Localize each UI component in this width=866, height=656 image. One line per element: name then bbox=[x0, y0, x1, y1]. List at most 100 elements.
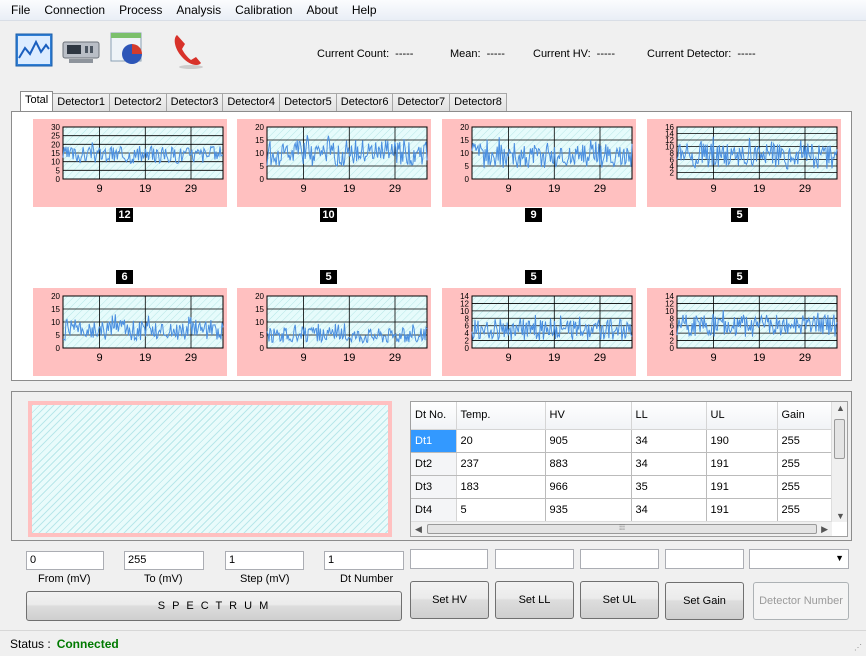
tab-detector5[interactable]: Detector5 bbox=[279, 93, 337, 111]
count-badge-3: 9 bbox=[525, 208, 542, 222]
detector-chart-4: 2 4 6 8 10 12 14 16 9 19 29 bbox=[647, 119, 841, 207]
table-cell[interactable]: 191 bbox=[706, 498, 778, 522]
gain-value-input[interactable] bbox=[665, 549, 744, 569]
table-cell[interactable]: 183 bbox=[456, 475, 546, 499]
tab-detector6[interactable]: Detector6 bbox=[335, 93, 394, 111]
table-cell[interactable]: 34 bbox=[631, 452, 707, 476]
y-tick-label: 15 bbox=[460, 136, 469, 145]
table-cell[interactable]: 35 bbox=[631, 475, 707, 499]
table-cell[interactable]: 255 bbox=[777, 498, 838, 522]
menu-process[interactable]: Process bbox=[112, 3, 169, 17]
column-header-hv[interactable]: HV bbox=[545, 402, 632, 430]
table-cell[interactable]: 966 bbox=[545, 475, 632, 499]
detector-chart-7: 0 2 4 6 8 10 12 14 9 19 29 bbox=[442, 288, 636, 376]
tab-detector2[interactable]: Detector2 bbox=[108, 93, 167, 111]
current-detector-readout: Current Detector: ----- bbox=[647, 48, 756, 60]
detector-chart-5: 0 5 10 15 20 9 19 29 bbox=[33, 288, 227, 376]
tab-detector4[interactable]: Detector4 bbox=[222, 93, 281, 111]
table-cell[interactable]: 34 bbox=[631, 498, 707, 522]
table-cell[interactable]: 34 bbox=[631, 429, 707, 453]
column-header-ll[interactable]: LL bbox=[631, 402, 707, 430]
horizontal-scrollbar[interactable]: ◀ ⁞⁞⁞ ▶ bbox=[411, 521, 832, 536]
column-header-temp[interactable]: Temp. bbox=[456, 402, 546, 430]
table-cell[interactable]: 255 bbox=[777, 429, 838, 453]
set-ll-button[interactable]: Set LL bbox=[495, 581, 574, 619]
scroll-left-icon[interactable]: ◀ bbox=[415, 524, 422, 535]
resize-grip-icon[interactable]: ⋰ bbox=[854, 643, 862, 652]
column-header-dt-no[interactable]: Dt No. bbox=[411, 402, 457, 430]
y-tick-label: 20 bbox=[255, 123, 264, 132]
table-cell[interactable]: 905 bbox=[545, 429, 632, 453]
table-row[interactable]: Dt1 20 905 34 190 255 bbox=[411, 429, 838, 453]
y-tick-label: 0 bbox=[465, 175, 470, 184]
tab-total[interactable]: Total bbox=[20, 91, 54, 111]
column-header-ul[interactable]: UL bbox=[706, 402, 778, 430]
tab-detector3[interactable]: Detector3 bbox=[165, 93, 224, 111]
detector-tabs: Total Detector1 Detector2 Detector3 Dete… bbox=[20, 91, 507, 111]
x-tick-label: 29 bbox=[594, 352, 606, 364]
x-tick-label: 19 bbox=[343, 352, 355, 364]
pie-chart-window-icon[interactable] bbox=[108, 30, 148, 70]
column-header-gain[interactable]: Gain bbox=[777, 402, 838, 430]
menu-about[interactable]: About bbox=[299, 3, 344, 17]
to-mv-input[interactable]: 255 bbox=[124, 551, 204, 570]
dt-number-label: Dt Number bbox=[340, 573, 394, 585]
detector-settings-grid[interactable]: Dt No. Temp. HV LL UL Gain Dt1 20 905 34… bbox=[410, 401, 848, 537]
phone-icon[interactable] bbox=[168, 30, 208, 70]
dt-number-input[interactable]: 1 bbox=[324, 551, 404, 570]
table-cell[interactable]: 237 bbox=[456, 452, 546, 476]
table-cell[interactable]: 190 bbox=[706, 429, 778, 453]
ll-value-input[interactable] bbox=[495, 549, 574, 569]
table-cell[interactable]: 935 bbox=[545, 498, 632, 522]
y-tick-label: 0 bbox=[260, 175, 265, 184]
row-header[interactable]: Dt3 bbox=[411, 475, 457, 499]
y-tick-label: 15 bbox=[255, 305, 264, 314]
y-tick-label: 5 bbox=[56, 166, 61, 175]
row-header[interactable]: Dt4 bbox=[411, 498, 457, 522]
vertical-scrollbar[interactable]: ▲ ▼ bbox=[831, 402, 847, 522]
table-cell[interactable]: 20 bbox=[456, 429, 546, 453]
vertical-scroll-thumb[interactable] bbox=[834, 419, 845, 459]
menu-analysis[interactable]: Analysis bbox=[169, 3, 228, 17]
row-header[interactable]: Dt2 bbox=[411, 452, 457, 476]
table-cell[interactable]: 883 bbox=[545, 452, 632, 476]
row-header[interactable]: Dt1 bbox=[411, 429, 457, 453]
table-row[interactable]: Dt4 5 935 34 191 255 bbox=[411, 498, 838, 522]
detector-chart-8: 0 2 4 6 8 10 12 14 9 19 29 bbox=[647, 288, 841, 376]
menu-help[interactable]: Help bbox=[345, 3, 384, 17]
y-tick-label: 5 bbox=[260, 331, 265, 340]
table-cell[interactable]: 255 bbox=[777, 452, 838, 476]
scroll-down-icon[interactable]: ▼ bbox=[836, 511, 845, 521]
table-cell[interactable]: 191 bbox=[706, 452, 778, 476]
table-cell[interactable]: 191 bbox=[706, 475, 778, 499]
from-mv-input[interactable]: 0 bbox=[26, 551, 104, 570]
device-icon[interactable] bbox=[61, 30, 101, 70]
line-chart-icon[interactable] bbox=[14, 30, 54, 70]
y-tick-label: 25 bbox=[51, 132, 60, 141]
menu-connection[interactable]: Connection bbox=[37, 3, 112, 17]
y-tick-label: 10 bbox=[255, 318, 264, 327]
set-hv-button[interactable]: Set HV bbox=[410, 581, 489, 619]
scroll-up-icon[interactable]: ▲ bbox=[836, 403, 845, 413]
detector-number-select[interactable]: ▼ bbox=[749, 549, 849, 569]
step-mv-input[interactable]: 1 bbox=[225, 551, 304, 570]
table-cell[interactable]: 5 bbox=[456, 498, 546, 522]
tab-detector7[interactable]: Detector7 bbox=[392, 93, 451, 111]
set-ul-button[interactable]: Set UL bbox=[580, 581, 659, 619]
spectrum-button[interactable]: S P E C T R U M bbox=[26, 591, 402, 621]
ul-value-input[interactable] bbox=[580, 549, 659, 569]
horizontal-scroll-thumb[interactable]: ⁞⁞⁞ bbox=[427, 524, 817, 534]
tab-detector1[interactable]: Detector1 bbox=[52, 93, 110, 111]
table-row[interactable]: Dt2 237 883 34 191 255 bbox=[411, 452, 838, 476]
tab-detector8[interactable]: Detector8 bbox=[449, 93, 507, 111]
table-row[interactable]: Dt3 183 966 35 191 255 bbox=[411, 475, 838, 499]
scroll-right-icon[interactable]: ▶ bbox=[821, 524, 828, 535]
hv-value-input[interactable] bbox=[410, 549, 488, 569]
table-cell[interactable]: 255 bbox=[777, 475, 838, 499]
menu-file[interactable]: File bbox=[4, 3, 37, 17]
menu-calibration[interactable]: Calibration bbox=[228, 3, 299, 17]
set-gain-button[interactable]: Set Gain bbox=[665, 582, 744, 620]
chevron-down-icon[interactable]: ▼ bbox=[835, 553, 844, 563]
count-badge-1: 12 bbox=[116, 208, 133, 222]
spectrum-plot-area bbox=[28, 401, 392, 537]
